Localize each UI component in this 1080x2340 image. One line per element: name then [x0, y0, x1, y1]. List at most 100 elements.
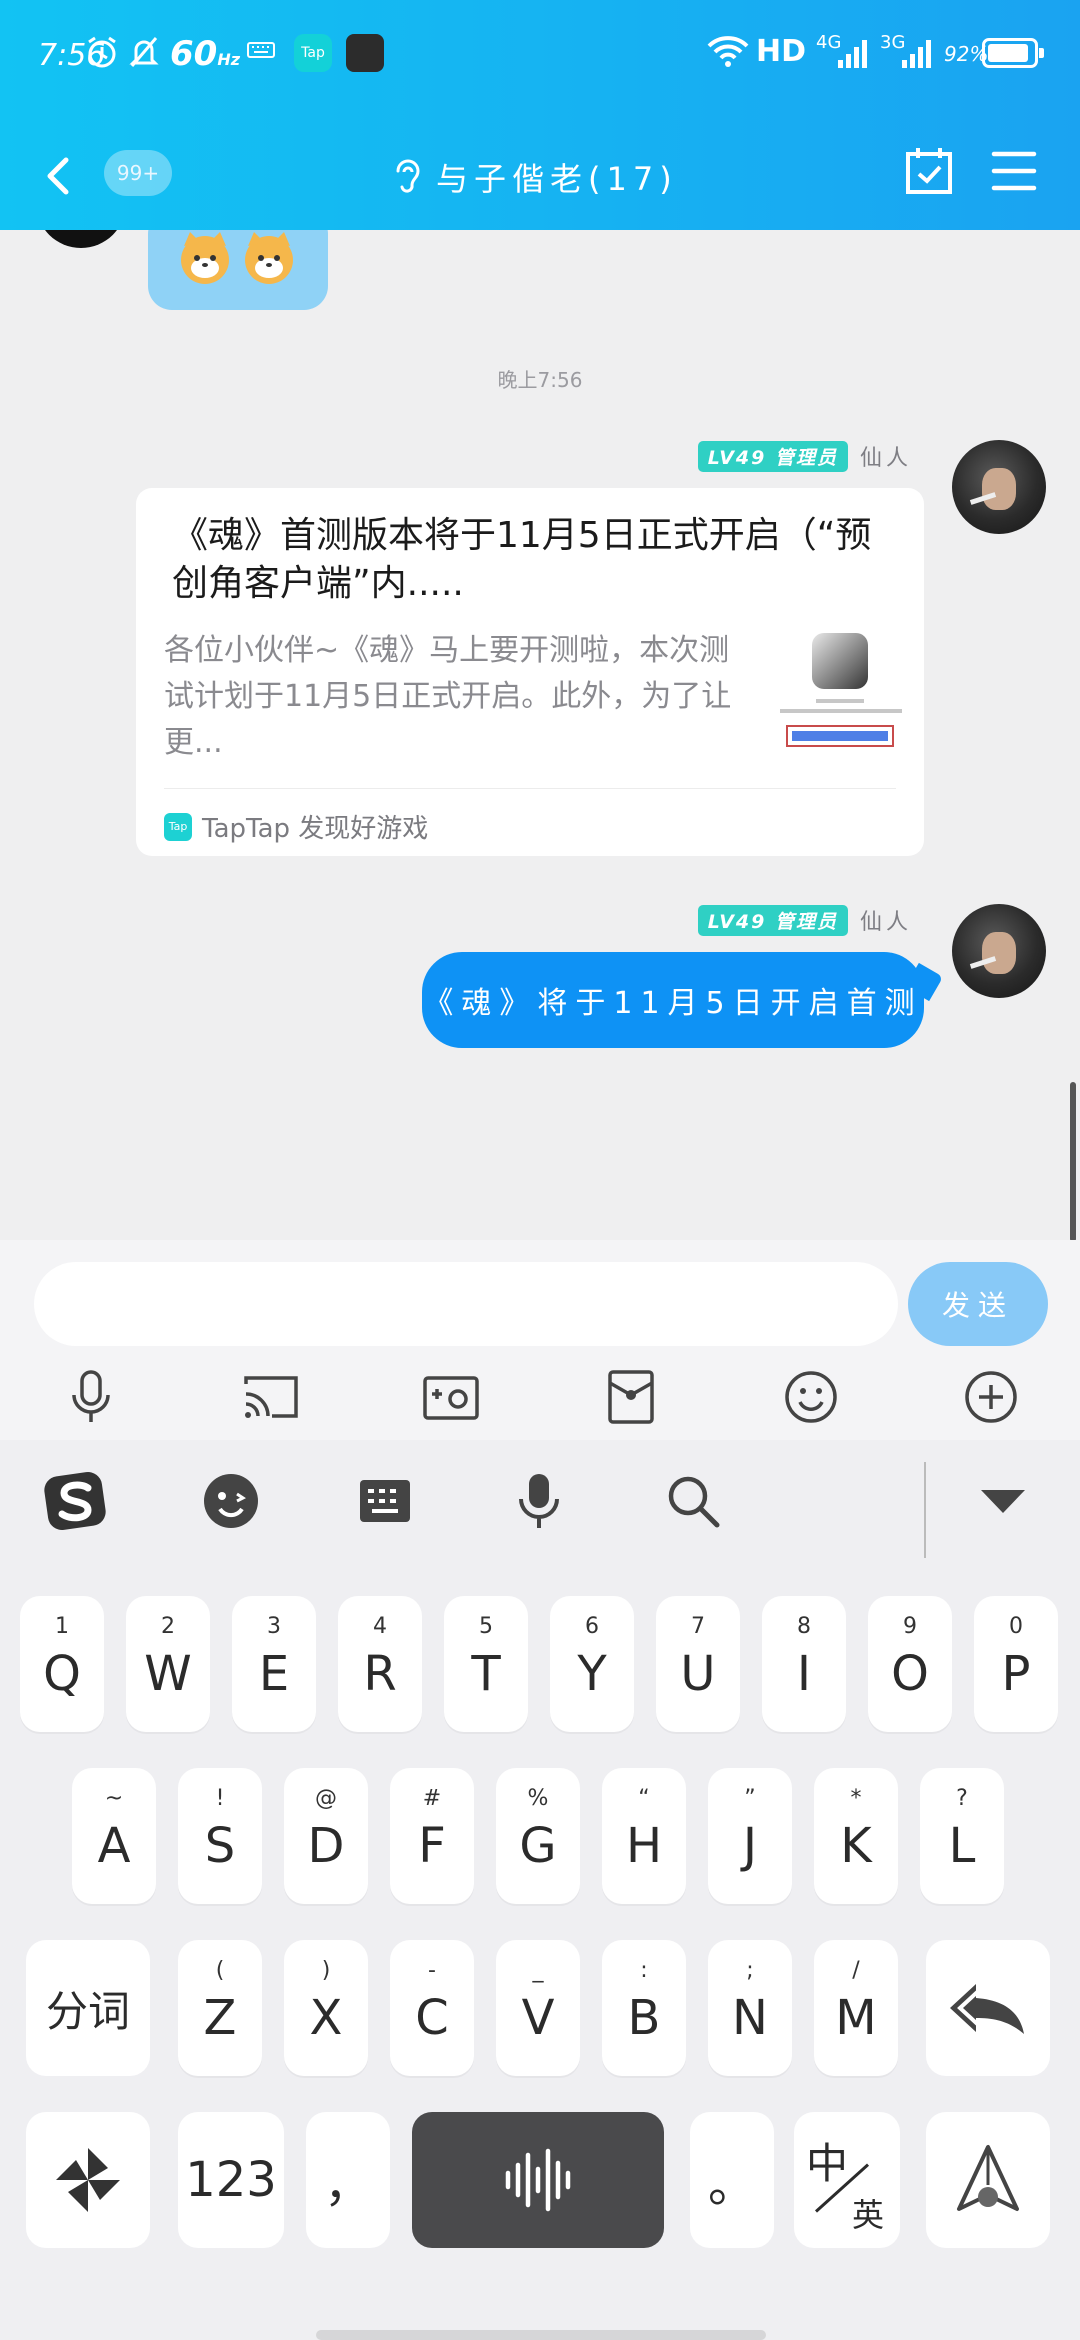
key-k[interactable]: * K [814, 1768, 898, 1904]
key-t[interactable]: 5T [444, 1596, 528, 1732]
avatar[interactable] [952, 904, 1046, 998]
key-r[interactable]: 4R [338, 1596, 422, 1732]
calendar-check-icon[interactable] [904, 146, 954, 196]
divider [164, 788, 896, 789]
collapse-icon[interactable] [968, 1466, 1038, 1536]
key-a[interactable]: ~ A [72, 1768, 156, 1904]
microphone-icon[interactable] [504, 1466, 574, 1536]
sender-name: 仙人 [859, 910, 912, 935]
segment-key[interactable]: 分词 [26, 1940, 150, 2076]
key-q[interactable]: 1Q [20, 1596, 104, 1732]
keyboard: 1Q 2W 3E 4R 5T 6Y 7U 8I 9O 0P ~ A ! S @ D #… [0, 1440, 1080, 2340]
unread-badge[interactable]: 99+ [104, 150, 172, 196]
numbers-key[interactable]: 123 [178, 2112, 284, 2248]
period-key[interactable]: 。 [690, 2112, 774, 2248]
send-plane-key[interactable] [926, 2112, 1050, 2248]
photo-icon[interactable] [416, 1362, 486, 1432]
sender-name: 仙人 [859, 446, 912, 471]
message-input[interactable] [34, 1262, 898, 1346]
keyboard-icon[interactable] [350, 1466, 420, 1536]
sender-meta: LV49 管理员 仙人 [697, 904, 912, 936]
chat-area[interactable]: 晚上7:56 LV49 管理员 仙人 《魂》首测版本将于11月5日正式开启（“预… [0, 230, 1080, 1240]
key-p[interactable]: 0P [974, 1596, 1058, 1732]
dog-sticker-icon [181, 232, 229, 284]
link-card-message[interactable]: 《魂》首测版本将于11月5日正式开启（“预创角客户端”内..... 各位小伙伴~… [136, 488, 924, 856]
keyboard-status-icon [246, 34, 276, 68]
avatar[interactable] [36, 230, 126, 248]
key-z[interactable]: (Z [178, 1940, 262, 2076]
taptap-app-icon: Tap [294, 34, 332, 72]
signal-icon-2 [900, 38, 934, 74]
taptap-logo-icon: Tap [164, 812, 192, 841]
key-f[interactable]: # F [390, 1768, 474, 1904]
mail-app-icon [346, 34, 384, 72]
refresh-rate: 60Hz [170, 34, 241, 74]
status-bar: 7:56 60Hz Tap HD 4G 3G 92% [0, 0, 1080, 110]
avatar[interactable] [952, 440, 1046, 534]
comma-key[interactable]: ， [306, 2112, 390, 2248]
key-l[interactable]: ? L [920, 1768, 1004, 1904]
card-description: 各位小伙伴~《魂》马上要开测啦，本次测试计划于11月5日正式开启。此外，为了让更… [164, 633, 732, 760]
key-h[interactable]: “H [602, 1768, 686, 1904]
key-j[interactable]: ” J [708, 1768, 792, 1904]
language-switch-key[interactable]: 中 英 [794, 2112, 900, 2248]
microphone-icon[interactable] [56, 1362, 126, 1432]
sticker-message[interactable] [148, 230, 328, 310]
level-badge: LV49 管理员 [697, 440, 848, 472]
red-packet-icon[interactable] [596, 1362, 666, 1432]
dog-sticker-icon [245, 232, 293, 284]
group-name: 与子偕老(17) [436, 160, 678, 198]
back-button[interactable] [34, 150, 86, 202]
key-u[interactable]: 7U [656, 1596, 740, 1732]
home-indicator[interactable] [316, 2330, 766, 2340]
battery-icon [982, 38, 1044, 68]
paper-plane-icon [957, 2145, 1019, 2211]
key-w[interactable]: 2W [126, 1596, 210, 1732]
key-g[interactable]: % G [496, 1768, 580, 1904]
menu-icon[interactable] [990, 148, 1038, 194]
text-message-bubble[interactable]: 《魂》将于11月5日开启首测 [422, 952, 924, 1048]
key-b[interactable]: :B [602, 1940, 686, 2076]
emoji-face-icon[interactable] [196, 1466, 266, 1536]
message-timestamp: 晚上7:56 [497, 368, 583, 392]
mute-bell-icon [126, 34, 162, 74]
card-thumbnail [776, 633, 906, 758]
hd-indicator: HD [756, 34, 807, 69]
signal-icon [836, 38, 870, 74]
cast-screen-icon[interactable] [236, 1362, 306, 1432]
key-o[interactable]: 9O [868, 1596, 952, 1732]
key-x[interactable]: ) X [284, 1940, 368, 2076]
emoji-icon[interactable] [776, 1362, 846, 1432]
space-voice-key[interactable] [412, 2112, 664, 2248]
scrollbar[interactable] [1070, 1082, 1076, 1242]
card-source: Tap TapTap 发现好游戏 [164, 808, 428, 845]
level-badge: LV49 管理员 [697, 904, 848, 936]
key-c[interactable]: -C [390, 1940, 474, 2076]
key-e[interactable]: 3E [232, 1596, 316, 1732]
key-d[interactable]: @ D [284, 1768, 368, 1904]
input-area: 发送 [0, 1240, 1080, 1440]
alarm-icon [84, 34, 120, 74]
backspace-icon [950, 1982, 1024, 2034]
game-icon [812, 633, 868, 689]
sogou-logo-icon[interactable] [40, 1466, 110, 1536]
header: 7:56 60Hz Tap HD 4G 3G 92% 99+ 与子偕老(17) [0, 0, 1080, 230]
plus-icon[interactable] [956, 1362, 1026, 1432]
source-label: TapTap 发现好游戏 [202, 814, 429, 844]
search-icon[interactable] [658, 1466, 728, 1536]
key-s[interactable]: ! S [178, 1768, 262, 1904]
sender-meta: LV49 管理员 仙人 [697, 440, 912, 472]
key-i[interactable]: 8I [762, 1596, 846, 1732]
pinwheel-icon [56, 2148, 120, 2212]
voice-wave-icon [505, 2148, 571, 2212]
send-button[interactable]: 发送 [908, 1262, 1048, 1346]
ear-icon [396, 159, 420, 193]
divider [924, 1462, 926, 1558]
backspace-key[interactable] [926, 1940, 1050, 2076]
key-n[interactable]: ; N [708, 1940, 792, 2076]
key-v[interactable]: _ V [496, 1940, 580, 2076]
pinwheel-key[interactable] [26, 2112, 150, 2248]
key-m[interactable]: / M [814, 1940, 898, 2076]
nav-bar: 99+ 与子偕老(17) [0, 130, 1080, 230]
key-y[interactable]: 6Y [550, 1596, 634, 1732]
